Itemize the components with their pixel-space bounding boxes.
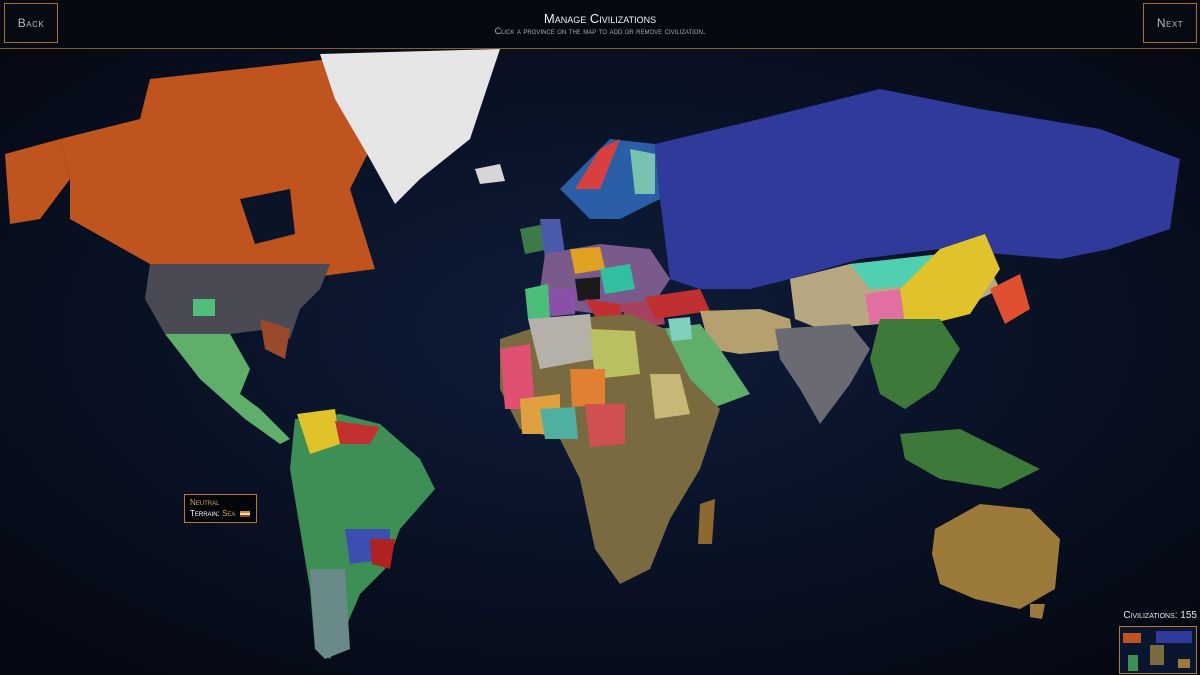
- minimap-canvas[interactable]: [1120, 627, 1197, 674]
- province-algeria[interactable]: [528, 314, 595, 369]
- province-austria[interactable]: [600, 264, 635, 294]
- province-usa-enclave[interactable]: [193, 299, 215, 316]
- province-tooltip: Neutral Terrain: Sea: [184, 494, 257, 523]
- minimap[interactable]: [1119, 626, 1197, 674]
- province-niger[interactable]: [570, 369, 605, 407]
- tooltip-terrain: Terrain: Sea: [190, 508, 251, 519]
- province-portugal[interactable]: [525, 284, 550, 319]
- province-ghana[interactable]: [540, 407, 578, 439]
- province-tibet[interactable]: [865, 289, 905, 324]
- page-title: Manage Civilizations: [543, 11, 657, 26]
- civilization-count: Civilizations: 155: [1123, 610, 1197, 621]
- tooltip-terrain-label: Terrain:: [190, 509, 220, 518]
- minimap-russia: [1156, 631, 1192, 643]
- minimap-canada: [1123, 633, 1141, 643]
- top-bar: Back Manage Civilizations Click a provin…: [0, 0, 1200, 49]
- province-central-africa[interactable]: [585, 404, 625, 447]
- tooltip-terrain-value: Sea: [222, 509, 236, 518]
- page-subtitle: Click a province on the map to add or re…: [494, 26, 706, 36]
- province-levant[interactable]: [668, 317, 692, 341]
- minimap-australia: [1178, 659, 1190, 668]
- minimap-africa: [1150, 645, 1164, 665]
- world-map-canvas[interactable]: [0, 49, 1200, 675]
- terrain-flag-icon: [239, 510, 250, 517]
- province-argentina[interactable]: [310, 569, 350, 659]
- tooltip-owner: Neutral: [190, 498, 220, 507]
- province-switzerland[interactable]: [575, 277, 600, 301]
- minimap-south-america: [1128, 655, 1138, 671]
- next-button[interactable]: Next: [1143, 3, 1197, 43]
- world-map[interactable]: [0, 49, 1200, 675]
